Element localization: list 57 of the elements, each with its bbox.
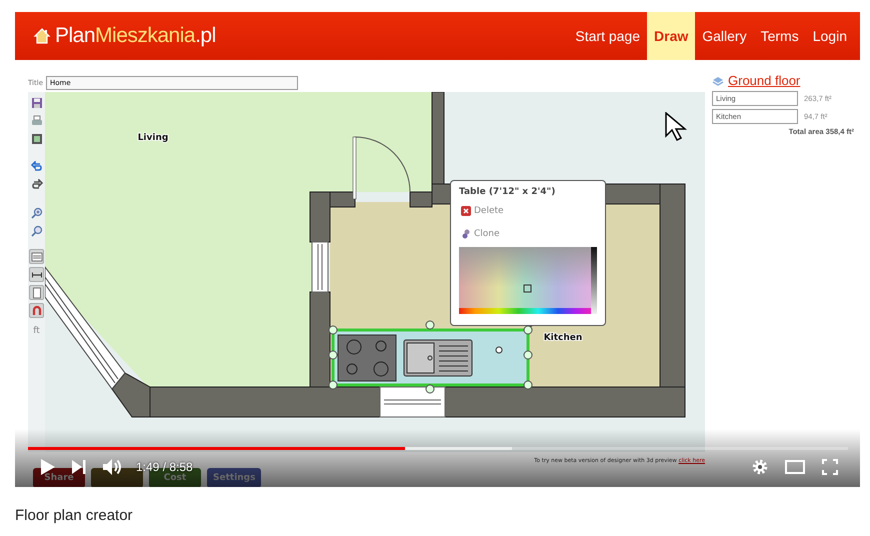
nav-link[interactable]: Draw (647, 12, 696, 60)
magnet-tool-button[interactable] (29, 303, 44, 318)
nav-link[interactable]: Start page (568, 12, 648, 60)
page-icon (30, 286, 42, 298)
window-drawing[interactable] (380, 386, 446, 418)
save-icon (30, 96, 42, 108)
settings-icon[interactable] (752, 459, 768, 475)
house-icon (33, 27, 51, 45)
delete-icon (461, 206, 471, 216)
menu-item[interactable]: Clone (459, 225, 502, 243)
volume-icon[interactable] (103, 459, 123, 475)
selected-counter-drawing[interactable] (328, 320, 532, 394)
room-label: Kitchen (544, 333, 582, 343)
undo-icon (30, 160, 42, 172)
menu-title: Table (7'12" x 2'4") (459, 187, 556, 197)
redo-icon (30, 178, 42, 190)
image-icon (30, 132, 42, 144)
next-icon[interactable] (72, 460, 86, 474)
color-picker[interactable] (459, 247, 597, 314)
toolbar-button[interactable]: Settings (207, 468, 262, 487)
toolbar-button[interactable]: Share (33, 468, 85, 487)
redo-tool-button[interactable] (29, 177, 44, 192)
play-icon[interactable] (41, 459, 55, 475)
fullscreen-icon[interactable] (822, 459, 838, 475)
zoom-out-tool-button[interactable] (29, 223, 44, 238)
nav-link[interactable]: Gallery (695, 12, 754, 60)
window-drawing[interactable] (45, 266, 126, 390)
grid-tool-button[interactable] (29, 249, 44, 264)
window-drawing[interactable] (312, 242, 328, 292)
unit-label[interactable]: ft (33, 326, 40, 336)
clone-icon (461, 229, 471, 239)
print-tool-button[interactable] (29, 113, 44, 128)
nav-link[interactable]: Login (806, 12, 854, 60)
floor-link[interactable]: Ground floor (728, 73, 800, 88)
zoom-in-icon (30, 206, 42, 218)
image-tool-button[interactable] (29, 131, 44, 146)
save-tool-button[interactable] (29, 95, 44, 110)
grid-icon (30, 250, 42, 262)
progress-bar[interactable] (28, 447, 848, 450)
video-caption: Floor plan creator (15, 507, 134, 524)
site-logo[interactable]: PlanMieszkania.pl (55, 24, 216, 48)
print-icon (30, 114, 42, 126)
page-tool-button[interactable] (29, 285, 44, 300)
nav-link[interactable]: Terms (754, 12, 806, 60)
zoom-out-icon (30, 224, 42, 236)
undo-tool-button[interactable] (29, 159, 44, 174)
cursor-icon (665, 112, 687, 142)
door-drawing[interactable] (352, 136, 410, 200)
wall[interactable] (111, 372, 150, 418)
wall[interactable] (330, 192, 356, 208)
theater-mode-icon[interactable] (785, 460, 805, 474)
room-label: Living (138, 133, 168, 143)
zoom-in-tool-button[interactable] (29, 205, 44, 220)
measure-tool-button[interactable] (29, 267, 44, 282)
layer-icon (712, 74, 724, 86)
magnet-icon (30, 304, 42, 316)
menu-item[interactable]: Delete (459, 202, 506, 220)
